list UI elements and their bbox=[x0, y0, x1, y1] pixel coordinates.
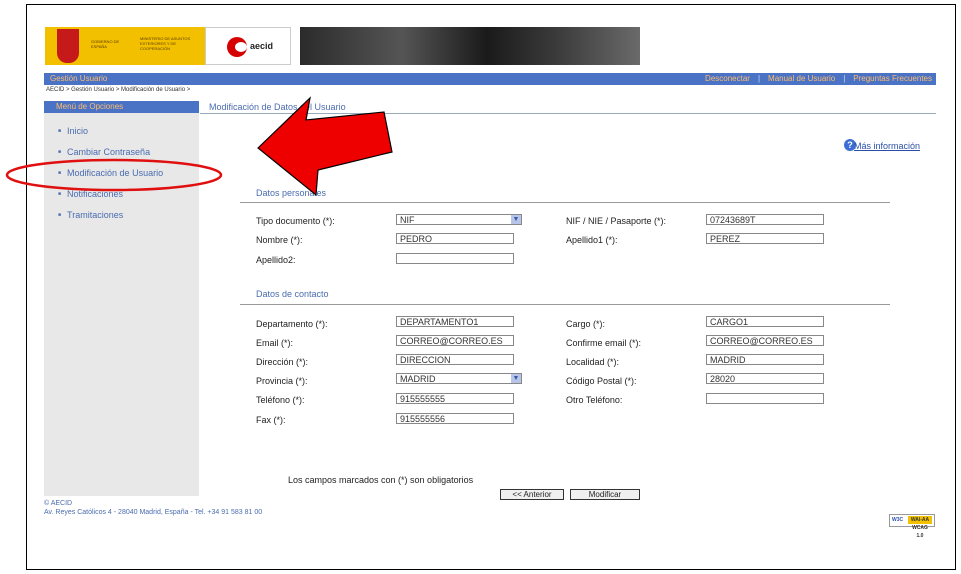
telefono-field[interactable]: 915555555 bbox=[396, 393, 514, 404]
faq-link[interactable]: Preguntas Frecuentes bbox=[853, 74, 932, 83]
cargo-label: Cargo (*): bbox=[566, 319, 606, 329]
modify-button[interactable]: Modificar bbox=[570, 489, 640, 500]
provincia-select[interactable]: MADRID ▼ bbox=[396, 373, 522, 384]
gov-text: GOBIERNO DE ESPAÑA bbox=[91, 39, 120, 49]
top-links: Desconectar | Manual de Usuario | Preguntas … bbox=[705, 74, 932, 83]
header-photo bbox=[300, 27, 640, 65]
section-divider bbox=[240, 304, 890, 305]
nif-field[interactable]: 07243689T bbox=[706, 214, 824, 225]
confirm-email-field[interactable]: CORREO@CORREO.ES bbox=[706, 335, 824, 346]
fax-field[interactable]: 915555556 bbox=[396, 413, 514, 424]
apellido2-label: Apellido2: bbox=[256, 255, 296, 265]
otro-telefono-label: Otro Teléfono: bbox=[566, 395, 623, 405]
aecid-c-icon bbox=[227, 37, 247, 57]
footer: © AECID Av. Reyes Católicos 4 - 28040 Ma… bbox=[44, 499, 262, 517]
cargo-field[interactable]: CARGO1 bbox=[706, 316, 824, 327]
chevron-down-icon: ▼ bbox=[511, 215, 521, 224]
tipo-doc-value: NIF bbox=[400, 215, 415, 225]
sidebar-item-modificacion-usuario[interactable]: Modificación de Usuario bbox=[58, 168, 163, 178]
otro-telefono-field[interactable] bbox=[706, 393, 824, 404]
tipo-doc-select[interactable]: NIF ▼ bbox=[396, 214, 522, 225]
departamento-field[interactable]: DEPARTAMENTO1 bbox=[396, 316, 514, 327]
provincia-label: Provincia (*): bbox=[256, 376, 308, 386]
header-banner: GOBIERNO DE ESPAÑA MINISTERIO DE ASUNTOS… bbox=[45, 27, 640, 65]
chevron-down-icon: ▼ bbox=[511, 374, 521, 383]
nombre-label: Nombre (*): bbox=[256, 235, 303, 245]
sidebar-item-inicio[interactable]: Inicio bbox=[58, 126, 88, 136]
user-manual-link[interactable]: Manual de Usuario bbox=[768, 74, 835, 83]
provincia-value: MADRID bbox=[400, 374, 436, 384]
more-info-link[interactable]: Más información bbox=[854, 141, 920, 151]
tipo-doc-label: Tipo documento (*): bbox=[256, 216, 335, 226]
sidebar-title: Menú de Opciones bbox=[44, 101, 199, 113]
coat-of-arms-icon bbox=[57, 29, 79, 63]
direccion-label: Dirección (*): bbox=[256, 357, 309, 367]
top-bar: Gestión Usuario Desconectar | Manual de Us… bbox=[44, 73, 936, 85]
email-label: Email (*): bbox=[256, 338, 294, 348]
email-field[interactable]: CORREO@CORREO.ES bbox=[396, 335, 514, 346]
apellido1-label: Apellido1 (*): bbox=[566, 235, 618, 245]
aecid-logo: aecid bbox=[205, 27, 291, 65]
copyright: © AECID bbox=[44, 500, 73, 507]
section-divider bbox=[240, 202, 890, 203]
nif-label: NIF / NIE / Pasaporte (*): bbox=[566, 216, 667, 226]
nombre-field[interactable]: PEDRO bbox=[396, 233, 514, 244]
ministry-text: MINISTERIO DE ASUNTOS EXTERIORES Y DE CO… bbox=[140, 36, 191, 51]
sidebar-item-notificaciones[interactable]: Notificaciones bbox=[58, 189, 123, 199]
departamento-label: Departamento (*): bbox=[256, 319, 328, 329]
aecid-logo-text: aecid bbox=[250, 41, 274, 51]
codigo-postal-field[interactable]: 28020 bbox=[706, 373, 824, 384]
sidebar: Menú de Opciones Inicio Cambiar Contrase… bbox=[44, 101, 199, 496]
main-content: Modificación de Datos del Usuario ? Más … bbox=[200, 101, 936, 500]
apellido1-field[interactable]: PEREZ bbox=[706, 233, 824, 244]
localidad-label: Localidad (*): bbox=[566, 357, 620, 367]
contact-section-title: Datos de contacto bbox=[256, 289, 329, 299]
page-title: Modificación de Datos del Usuario bbox=[200, 101, 936, 114]
sidebar-item-tramitaciones[interactable]: Tramitaciones bbox=[58, 210, 123, 220]
fax-label: Fax (*): bbox=[256, 415, 286, 425]
wai-badge-right: WAI-AA WCAG 1.0 bbox=[908, 516, 932, 539]
section-title: Gestión Usuario bbox=[50, 74, 108, 83]
w3c-badge[interactable]: W3C WAI-AA WCAG 1.0 bbox=[889, 514, 935, 539]
breadcrumb: AECID > Gestión Usuario > Modificación d… bbox=[46, 87, 191, 93]
government-logo: GOBIERNO DE ESPAÑA MINISTERIO DE ASUNTOS… bbox=[45, 27, 205, 65]
personal-section-title: Datos personales bbox=[256, 188, 327, 198]
w3c-badge-left: W3C bbox=[892, 517, 904, 523]
localidad-field[interactable]: MADRID bbox=[706, 354, 824, 365]
sidebar-item-cambiar-contrasena[interactable]: Cambiar Contraseña bbox=[58, 147, 150, 157]
required-note: Los campos marcados con (*) son obligato… bbox=[288, 475, 474, 485]
logout-link[interactable]: Desconectar bbox=[705, 74, 750, 83]
telefono-label: Teléfono (*): bbox=[256, 395, 305, 405]
apellido2-field[interactable] bbox=[396, 253, 514, 264]
direccion-field[interactable]: DIRECCION bbox=[396, 354, 514, 365]
confirm-email-label: Confirme email (*): bbox=[566, 338, 642, 348]
address: Av. Reyes Católicos 4 - 28040 Madrid, Es… bbox=[44, 509, 263, 516]
previous-button[interactable]: << Anterior bbox=[500, 489, 564, 500]
codigo-postal-label: Código Postal (*): bbox=[566, 376, 637, 386]
